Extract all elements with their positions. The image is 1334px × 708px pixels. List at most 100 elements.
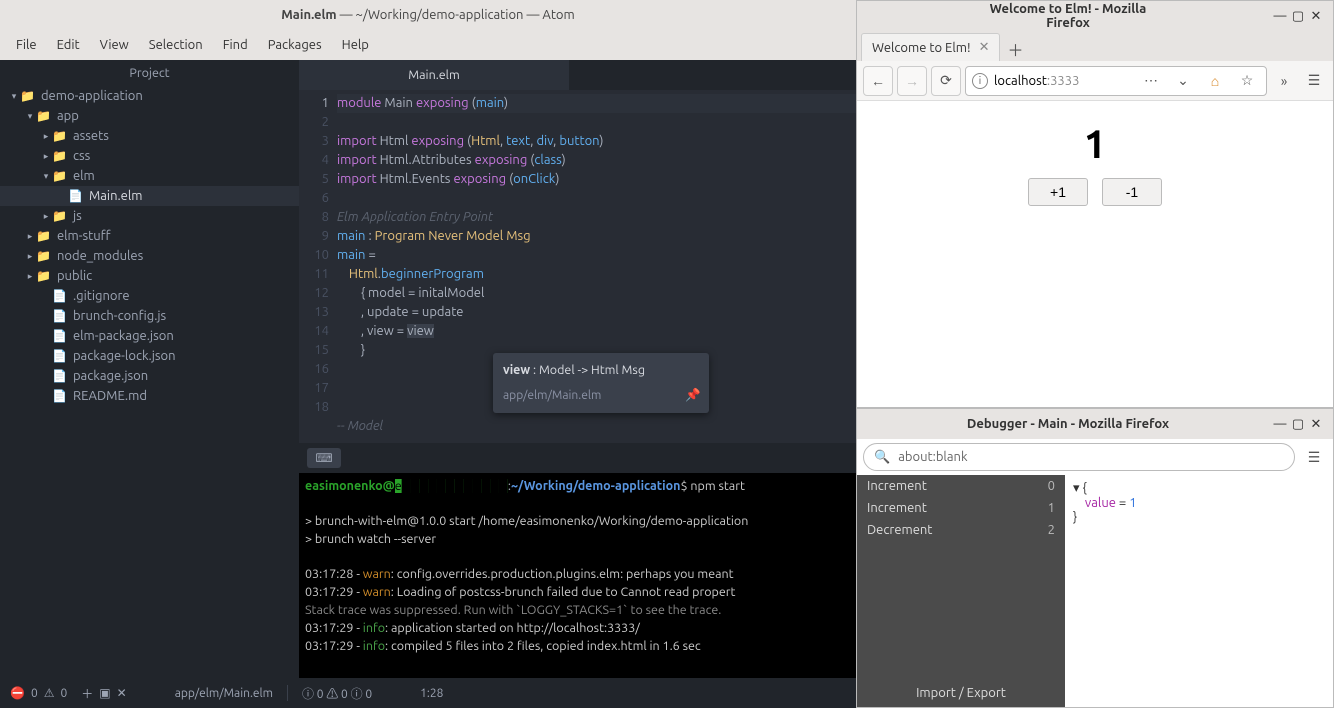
menu-view[interactable]: View [92,34,137,56]
close-icon[interactable]: ✕ [1307,417,1325,432]
status-diagnostics[interactable]: ⓘ 0 ⚠ 0 ⓘ 0 [302,685,372,702]
disclosure-arrow-icon[interactable]: ▾ [24,111,36,122]
tree-file[interactable]: 📄package-lock.json [0,346,299,366]
decrement-button[interactable]: -1 [1102,178,1162,206]
disclosure-arrow-icon[interactable]: ▸ [40,151,52,162]
status-filepath[interactable]: app/elm/Main.elm [175,687,273,700]
close-panel-icon[interactable]: ✕ [117,686,127,700]
page-content: 1 +1 -1 [857,101,1333,407]
tree-item-label: elm-package.json [73,329,174,343]
tree-folder[interactable]: ▸📁 node_modules [0,246,299,266]
atom-menubar: File Edit View Selection Find Packages H… [0,30,856,60]
back-button[interactable]: ← [863,66,893,96]
tree-folder[interactable]: ▾📁demo-application [0,86,299,106]
tree-item-label: README.md [73,389,147,403]
tree-item-label: brunch-config.js [73,309,166,323]
tree-file[interactable]: 📄package.json [0,366,299,386]
folder-icon: 📁 [36,269,51,283]
tab-close-icon[interactable]: ✕ [979,40,990,55]
status-cursor-position[interactable]: 1:28 [420,687,443,700]
state-viewer[interactable]: ▾ { value = 1 } [1065,475,1333,707]
debugger-url-bar[interactable]: 🔍 about:blank [863,443,1295,471]
close-icon[interactable]: ✕ [1307,9,1325,24]
tree-folder[interactable]: ▾📁app [0,106,299,126]
tree-item-label: public [57,269,92,283]
menu-file[interactable]: File [8,34,45,56]
tree-folder[interactable]: ▸📁 elm-stuff [0,226,299,246]
event-list[interactable]: Increment0 Increment1 Decrement2 Import … [857,475,1065,707]
hamburger-icon[interactable]: ☰ [1301,72,1327,89]
reload-button[interactable]: ⟳ [931,66,961,96]
increment-button[interactable]: +1 [1028,178,1088,206]
disclosure-arrow-icon[interactable]: ▾ [40,171,52,182]
folder-icon: 📁 [52,209,67,223]
new-tab-button[interactable]: ＋ [1000,37,1030,61]
menu-help[interactable]: Help [334,34,377,56]
meatball-icon[interactable]: ⋯ [1138,72,1164,89]
disclosure-arrow-icon[interactable]: ▸ [24,251,36,262]
browser-tab[interactable]: Welcome to Elm! ✕ [861,33,1000,61]
disclosure-arrow-icon[interactable]: ▸ [40,131,52,142]
disclosure-arrow-icon[interactable]: ▸ [24,231,36,242]
terminal[interactable]: easimonenko@e████████████:~/Working/demo… [299,473,856,678]
tree-file[interactable]: 📄 brunch-config.js [0,306,299,326]
pocket-icon[interactable]: ⌄ [1170,72,1196,89]
overflow-icon[interactable]: » [1271,73,1297,89]
file-tree[interactable]: ▾📁demo-application▾📁app▸📁assets▸📁css▾📁el… [0,86,299,678]
warning-count-icon[interactable]: ⚠ [44,686,55,700]
url-bar[interactable]: i localhost:3333 ⋯ ⌄ ⌂ ☆ [965,66,1267,96]
menu-packages[interactable]: Packages [260,34,330,56]
bookmark-icon[interactable]: ☆ [1234,72,1260,89]
disclosure-arrow-icon[interactable]: ▸ [24,271,36,282]
menu-find[interactable]: Find [215,34,256,56]
tree-item-label: js [73,209,82,223]
tree-folder[interactable]: ▸📁assets [0,126,299,146]
import-export-button[interactable]: Import / Export [857,679,1065,707]
tree-folder[interactable]: ▸📁 js [0,206,299,226]
tree-folder[interactable]: ▾📁elm [0,166,299,186]
tree-item-label: Main.elm [89,189,143,203]
event-row[interactable]: Increment0 [857,475,1065,497]
firefox-tabstrip: Welcome to Elm! ✕ ＋ [857,31,1333,61]
new-file-icon[interactable]: ＋ [81,685,93,702]
hamburger-icon[interactable]: ☰ [1301,449,1327,466]
terminal-panel-icon[interactable]: ▣ [99,686,110,700]
event-row[interactable]: Decrement2 [857,519,1065,541]
tree-item-label: css [73,149,90,163]
debugger-titlebar: Debugger - Main - Mozilla Firefox — ▢ ✕ [857,409,1333,439]
minimize-icon[interactable]: — [1271,9,1289,23]
type-tooltip: view : Model -> Html Msg app/elm/Main.el… [493,353,709,413]
menu-edit[interactable]: Edit [49,34,88,56]
file-icon: 📄 [52,309,67,323]
tree-folder[interactable]: ▸📁 public [0,266,299,286]
terminal-toggle-button[interactable]: ⌨ [307,448,341,468]
tree-folder[interactable]: ▸📁css [0,146,299,166]
code-editor[interactable]: 1 2 3 4 5 6 8 9 10 11 12 13 14 15 16 17 … [299,90,856,443]
minimize-icon[interactable]: — [1271,417,1289,431]
tree-item-label: elm-stuff [57,229,111,243]
forward-button[interactable]: → [897,66,927,96]
site-info-icon[interactable]: i [972,73,988,89]
event-row[interactable]: Increment1 [857,497,1065,519]
pin-icon[interactable]: 📌 [685,386,701,405]
maximize-icon[interactable]: ▢ [1289,417,1307,432]
tree-file[interactable]: 📄elm-package.json [0,326,299,346]
menu-selection[interactable]: Selection [141,34,211,56]
tree-item-label: node_modules [57,249,143,263]
disclosure-arrow-icon[interactable]: ▾ [8,91,20,102]
tree-file[interactable]: 📄Main.elm [0,186,299,206]
maximize-icon[interactable]: ▢ [1289,9,1307,24]
home-icon[interactable]: ⌂ [1202,73,1228,89]
tree-file[interactable]: 📄.gitignore [0,286,299,306]
folder-icon: 📁 [20,89,35,103]
disclosure-arrow-icon[interactable]: ▸ [40,211,52,222]
tooltip-location[interactable]: app/elm/Main.elm [503,386,699,405]
error-count-icon[interactable]: ⛔ [10,686,25,700]
folder-icon: 📁 [36,229,51,243]
tree-item-label: .gitignore [73,289,130,303]
tree-file[interactable]: 📄README.md [0,386,299,406]
terminal-toolbar: ⌨ [299,443,856,473]
folder-icon: 📁 [36,249,51,263]
search-icon: 🔍 [874,450,890,465]
editor-tab-main[interactable]: Main.elm [299,60,569,90]
